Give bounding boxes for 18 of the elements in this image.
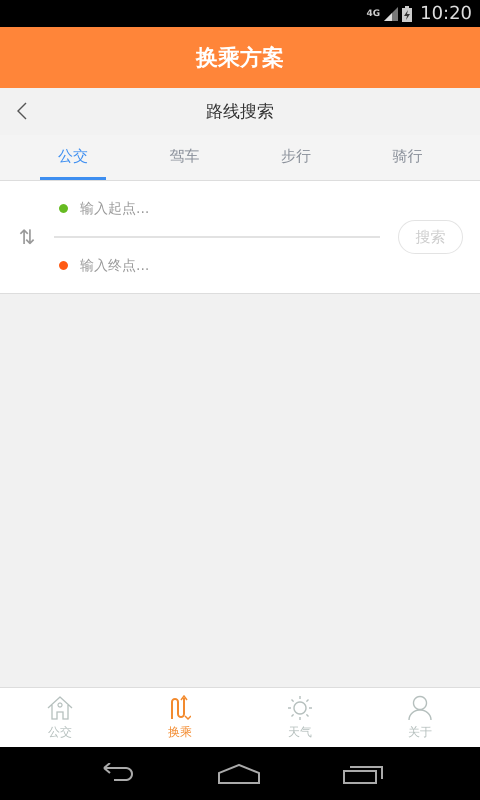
nav-label[interactable]: 换乘 — [168, 724, 192, 740]
nav-label[interactable]: 关于 — [408, 724, 432, 740]
home-icon[interactable] — [216, 762, 261, 784]
start-field[interactable]: 输入起点... — [78, 200, 332, 218]
tab[interactable]: 骑行 — [374, 135, 440, 180]
clock: 10:20 — [420, 3, 472, 24]
app-title: 换乘方案 — [196, 44, 284, 72]
page-title: 路线搜索 — [206, 101, 274, 123]
network-label: 4G — [366, 8, 380, 18]
tab[interactable]: 驾车 — [151, 135, 218, 180]
signal-icon — [384, 6, 398, 20]
swap-icon[interactable]: ⇅ — [0, 225, 54, 249]
end-field[interactable]: 输入终点... — [78, 256, 332, 274]
nav-label[interactable]: 公交 — [48, 724, 72, 740]
tab[interactable]: 步行 — [262, 135, 329, 180]
nav-label[interactable]: 天气 — [288, 724, 312, 740]
battery-icon — [402, 6, 412, 22]
back-icon[interactable] — [17, 102, 27, 120]
